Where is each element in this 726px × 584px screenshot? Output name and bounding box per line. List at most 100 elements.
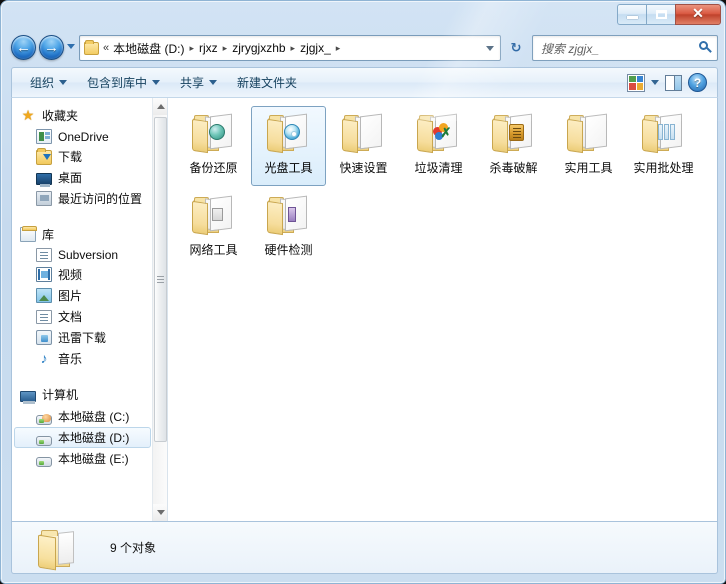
scrollbar-thumb[interactable] (154, 117, 167, 442)
search-input[interactable]: 搜索 zjgjx_ (541, 40, 697, 57)
file-item-4[interactable]: 杀毒破解 (476, 106, 551, 186)
history-dropdown-icon[interactable] (67, 44, 75, 49)
sidebar-item-subversion[interactable]: Subversion (12, 246, 153, 264)
scrollbar-grip-icon (157, 276, 164, 283)
document-icon (36, 309, 52, 324)
library-icon (20, 226, 37, 242)
desktop-icon (36, 172, 52, 187)
title-bar: ✕ (1, 1, 725, 31)
sidebar-group-computer[interactable]: 计算机 (12, 383, 153, 406)
search-icon (697, 40, 713, 56)
refresh-button[interactable]: ↻ (505, 37, 527, 59)
sidebar-item-videos[interactable]: 视频 (12, 264, 153, 285)
chevron-down-icon (59, 80, 68, 85)
sidebar-item-xunlei-downloads[interactable]: 迅雷下载 (12, 327, 153, 348)
sidebar-item-label: 视频 (58, 268, 83, 282)
organize-button[interactable]: 组织 (20, 70, 77, 95)
forward-button[interactable]: → (39, 35, 64, 60)
explorer-window: ✕ ← → « 本地磁盘 (D:) ▸ rjxz ▸ zjrygjxzhb ▸ … (0, 0, 726, 584)
file-item-0[interactable]: 备份还原 (176, 106, 251, 186)
share-label: 共享 (180, 76, 205, 90)
navigation-scrollbar[interactable] (152, 98, 167, 521)
preview-pane-icon[interactable] (665, 74, 682, 91)
sidebar-item-onedrive[interactable]: OneDrive (12, 127, 153, 146)
breadcrumb-item-2[interactable]: zjrygjxzhb (230, 40, 287, 56)
close-button[interactable]: ✕ (675, 4, 721, 25)
folder-icon (565, 111, 613, 157)
file-item-label: 硬件检测 (264, 243, 313, 257)
file-item-8[interactable]: 硬件检测 (251, 188, 326, 268)
minimize-icon (626, 15, 638, 19)
new-folder-label: 新建文件夹 (237, 76, 298, 90)
sidebar-item-drive-d[interactable]: 本地磁盘 (D:) (14, 427, 151, 448)
file-item-2[interactable]: 快速设置 (326, 106, 401, 186)
breadcrumb: « 本地磁盘 (D:) ▸ rjxz ▸ zjrygjxzhb ▸ zjgjx_… (103, 39, 343, 58)
maximize-icon (655, 10, 667, 19)
breadcrumb-overflow[interactable]: « (103, 42, 111, 54)
folder-icon (190, 193, 238, 239)
video-icon (36, 267, 52, 282)
sidebar-item-label: 本地磁盘 (C:) (58, 410, 130, 424)
file-item-6[interactable]: 实用批处理 (626, 106, 701, 186)
back-button[interactable]: ← (11, 35, 36, 60)
folder-icon (265, 111, 313, 157)
file-item-7[interactable]: 网络工具 (176, 188, 251, 268)
refresh-icon: ↻ (510, 40, 522, 55)
view-options-icon[interactable] (627, 73, 645, 92)
maximize-button[interactable] (646, 4, 675, 25)
sidebar-item-documents[interactable]: 文档 (12, 306, 153, 327)
search-box[interactable]: 搜索 zjgjx_ (532, 35, 718, 61)
new-folder-button[interactable]: 新建文件夹 (227, 70, 307, 95)
sidebar-item-label: 下载 (58, 150, 83, 164)
include-in-library-button[interactable]: 包含到库中 (77, 70, 170, 95)
organize-label: 组织 (30, 76, 55, 90)
breadcrumb-item-3[interactable]: zjgjx_ (298, 40, 333, 56)
pictures-icon (36, 288, 52, 303)
minimize-button[interactable] (617, 4, 646, 25)
breadcrumb-separator: ▸ (290, 42, 296, 53)
back-arrow-icon: ← (16, 39, 31, 56)
status-bar: 9 个对象 (11, 522, 718, 574)
view-dropdown-icon[interactable] (651, 80, 659, 85)
file-item-1[interactable]: 光盘工具 (251, 106, 326, 186)
sidebar-item-recent-places[interactable]: 最近访问的位置 (12, 188, 153, 209)
sidebar-item-music[interactable]: ♪ 音乐 (12, 348, 153, 369)
breadcrumb-item-1[interactable]: rjxz (197, 40, 220, 56)
file-item-3[interactable]: ✗ 垃圾清理 (401, 106, 476, 186)
computer-icon (20, 391, 36, 404)
sidebar-item-label: 本地磁盘 (E:) (58, 452, 129, 466)
scroll-up-button[interactable] (153, 98, 167, 115)
scroll-down-button[interactable] (153, 504, 167, 521)
sidebar-item-label: OneDrive (58, 129, 109, 144)
file-item-label: 实用批处理 (633, 161, 694, 175)
file-item-5[interactable]: 实用工具 (551, 106, 626, 186)
sidebar-group-libraries-label: 库 (42, 228, 55, 242)
system-drive-icon (36, 413, 52, 425)
address-bar[interactable]: « 本地磁盘 (D:) ▸ rjxz ▸ zjrygjxzhb ▸ zjgjx_… (79, 35, 501, 61)
folder-icon (490, 111, 538, 157)
sidebar-item-pictures[interactable]: 图片 (12, 285, 153, 306)
chevron-up-icon (156, 104, 165, 109)
downloads-folder-icon (36, 148, 52, 165)
sidebar-item-drive-e[interactable]: 本地磁盘 (E:) (12, 448, 153, 469)
breadcrumb-item-0[interactable]: 本地磁盘 (D:) (111, 39, 186, 58)
folder-icon (190, 111, 238, 157)
sidebar-group-computer-label: 计算机 (42, 388, 79, 402)
sidebar-group-libraries[interactable]: 库 (12, 223, 153, 246)
drive-icon (36, 456, 52, 467)
xunlei-icon (36, 330, 52, 345)
help-icon[interactable]: ? (688, 73, 707, 92)
address-dropdown-button[interactable] (482, 36, 498, 60)
share-button[interactable]: 共享 (170, 70, 227, 95)
file-item-label: 光盘工具 (264, 161, 313, 175)
sidebar-item-downloads[interactable]: 下载 (12, 146, 153, 167)
sidebar-group-favorites[interactable]: ★ 收藏夹 (12, 104, 153, 127)
folder-icon (34, 526, 86, 570)
recent-places-icon (36, 191, 52, 206)
window-controls: ✕ (617, 4, 721, 25)
file-list[interactable]: 备份还原 光盘工具 快速设置 ✗ 垃圾清理 杀毒破解 实用工具 实用批处理 网络… (168, 98, 717, 521)
sidebar-item-drive-c[interactable]: 本地磁盘 (C:) (12, 406, 153, 427)
sidebar-item-desktop[interactable]: 桌面 (12, 167, 153, 188)
